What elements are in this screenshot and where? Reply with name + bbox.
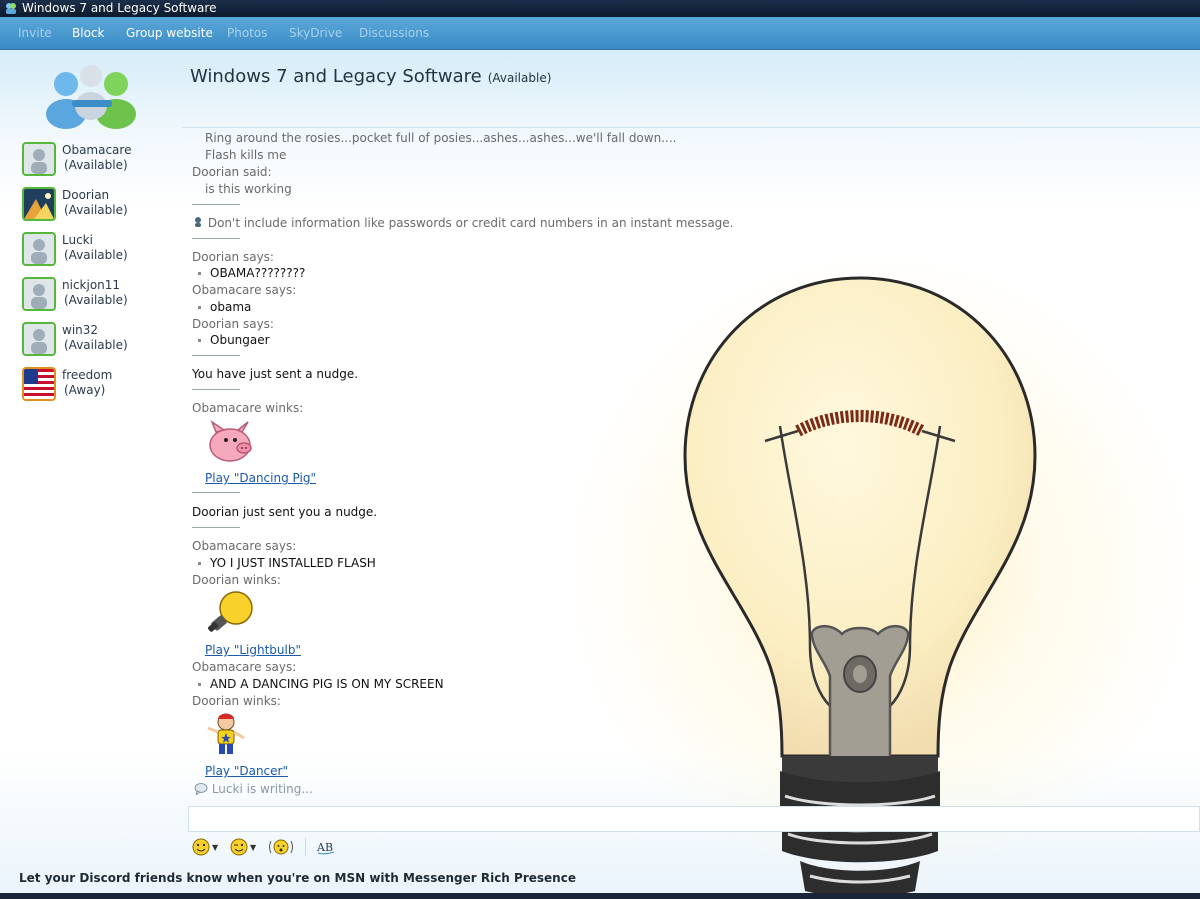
- toolbar-divider: [305, 838, 306, 856]
- default-user-icon: [22, 232, 56, 266]
- divider: [192, 238, 240, 239]
- play-dancer-link[interactable]: Play "Dancer": [205, 764, 288, 778]
- chevron-down-icon: ▼: [212, 842, 219, 852]
- message-sender: Obamacare winks:: [192, 401, 304, 415]
- contact-name: Lucki: [62, 233, 93, 247]
- font-icon: AB: [316, 841, 335, 855]
- menu-invite[interactable]: Invite: [18, 26, 52, 40]
- message-input[interactable]: [188, 806, 1200, 832]
- messenger-app-icon: [6, 3, 16, 14]
- menu-block[interactable]: Block: [72, 26, 104, 40]
- play-dancing-pig-link[interactable]: Play "Dancing Pig": [205, 471, 316, 485]
- landscape-avatar-icon: [22, 187, 56, 221]
- contact-name: nickjon11: [62, 278, 121, 292]
- warning-icon: [195, 217, 201, 227]
- nudge-icon: [269, 839, 293, 855]
- dancer-wink-icon[interactable]: [204, 710, 248, 760]
- contact-doorian[interactable]: Doorian (Available): [22, 187, 182, 225]
- lightbulb-wink-icon[interactable]: [204, 588, 256, 638]
- taskbar: [0, 893, 1200, 899]
- contact-name: freedom: [62, 368, 113, 382]
- bullet: [198, 339, 201, 342]
- contact-name: win32: [62, 323, 99, 337]
- message-text: obama: [210, 300, 252, 314]
- contact-status: (Available): [64, 248, 128, 262]
- contact-freedom[interactable]: freedom (Away): [22, 367, 182, 405]
- group-buddies-icon: [46, 65, 136, 129]
- divider: [192, 204, 240, 205]
- message-sender: Doorian says:: [192, 250, 274, 264]
- bullet: [198, 306, 201, 309]
- message-text: Obungaer: [210, 333, 270, 347]
- bullet: [198, 562, 201, 565]
- contact-obamacare[interactable]: Obamacare (Available): [22, 142, 182, 180]
- pencil-bubble-icon: [194, 783, 208, 797]
- contact-status: (Available): [64, 158, 128, 172]
- us-flag-icon: [22, 367, 56, 401]
- nudge-button[interactable]: [268, 837, 294, 857]
- play-lightbulb-link[interactable]: Play "Lightbulb": [205, 643, 301, 657]
- contact-name: Obamacare: [62, 143, 132, 157]
- font-button[interactable]: AB: [316, 837, 336, 857]
- warning-text: Don't include information like passwords…: [207, 216, 734, 230]
- message-sender: Obamacare says:: [192, 283, 297, 297]
- message-sender: Obamacare says:: [192, 539, 297, 553]
- message-sender: Obamacare says:: [192, 660, 297, 674]
- wink-button[interactable]: ▼: [230, 837, 256, 857]
- contact-status: (Away): [64, 383, 106, 397]
- contact-name: Doorian: [62, 188, 110, 202]
- typing-indicator: Lucki is writing...: [194, 782, 313, 797]
- contact-nickjon11[interactable]: nickjon11 (Available): [22, 277, 182, 315]
- contact-win32[interactable]: win32 (Available): [22, 322, 182, 360]
- chevron-down-icon: ▼: [250, 842, 257, 852]
- message-text: Ring around the rosies...pocket full of …: [205, 131, 677, 145]
- message-text: AND A DANCING PIG IS ON MY SCREEN: [210, 677, 444, 691]
- message-sender: Doorian said:: [192, 165, 272, 179]
- divider: [192, 527, 240, 528]
- svg-text:AB: AB: [316, 841, 333, 854]
- emoticon-icon: [192, 838, 210, 856]
- message-text: YO I JUST INSTALLED FLASH: [210, 556, 376, 570]
- message-text: Flash kills me: [205, 148, 287, 162]
- message-sender: Doorian says:: [192, 317, 274, 331]
- window-title: Windows 7 and Legacy Software: [22, 1, 217, 15]
- message-sender: Doorian winks:: [192, 573, 281, 587]
- bullet: [198, 683, 201, 686]
- contact-status: (Available): [64, 338, 128, 352]
- divider: [192, 389, 240, 390]
- dancing-pig-wink-icon[interactable]: [204, 418, 256, 466]
- status-bar-ad[interactable]: Let your Discord friends know when you'r…: [0, 868, 1200, 890]
- contact-lucki[interactable]: Lucki (Available): [22, 232, 182, 270]
- default-user-icon: [22, 142, 56, 176]
- security-warning: Don't include information like passwords…: [192, 216, 733, 230]
- default-user-icon: [22, 322, 56, 356]
- wink-icon: [230, 838, 248, 856]
- divider: [192, 492, 240, 493]
- typing-text: Lucki is writing...: [211, 782, 313, 796]
- message-toolbar: ▼ ▼ AB: [188, 834, 1200, 860]
- contact-status: (Available): [64, 293, 128, 307]
- bullet: [198, 272, 201, 275]
- message-text: OBAMA????????: [210, 266, 306, 280]
- conversation-log: Ring around the rosies...pocket full of …: [192, 0, 752, 800]
- divider: [192, 355, 240, 356]
- nudge-notice: Doorian just sent you a nudge.: [192, 505, 378, 519]
- emoticon-button[interactable]: ▼: [192, 837, 218, 857]
- default-user-icon: [22, 277, 56, 311]
- message-text: is this working: [205, 182, 292, 196]
- contact-status: (Available): [64, 203, 128, 217]
- message-sender: Doorian winks:: [192, 694, 281, 708]
- nudge-notice: You have just sent a nudge.: [192, 367, 359, 381]
